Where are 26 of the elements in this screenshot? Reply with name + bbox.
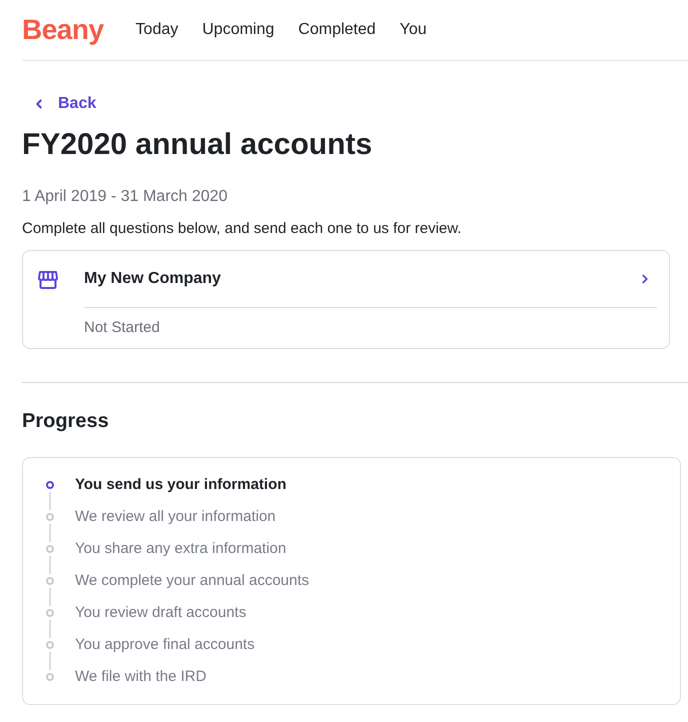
nav-link[interactable]: Completed — [298, 18, 376, 42]
step-label: You share any extra information — [75, 538, 286, 559]
timeline-connector — [49, 652, 51, 670]
company-name: My New Company — [84, 269, 221, 289]
step-label: We file with the IRD — [75, 666, 206, 687]
period-text: 1 April 2019 - 31 March 2020 — [22, 187, 228, 207]
company-status: Not Started — [84, 318, 160, 338]
step-label: We complete your annual accounts — [75, 570, 310, 591]
step-label: You review draft accounts — [75, 602, 246, 623]
timeline-connector — [49, 524, 51, 542]
nav-link[interactable]: Today — [136, 18, 178, 42]
step-label: You send us your information — [75, 474, 286, 495]
timeline-connector — [49, 556, 51, 574]
store-icon — [38, 270, 58, 288]
back-link[interactable]: Back — [32, 94, 96, 114]
nav-link[interactable]: You — [400, 18, 427, 42]
instructions-text: Complete all questions below, and send each one to us for review. — [22, 219, 462, 239]
timeline-connector — [49, 492, 51, 510]
timeline-connector — [49, 620, 51, 638]
timeline-connector — [49, 588, 51, 606]
nav-link[interactable]: Upcoming — [202, 18, 274, 42]
page-title: FY2020 annual accounts — [22, 127, 372, 163]
step-label: You approve final accounts — [75, 634, 255, 655]
company-card[interactable]: My New Company Not Started — [22, 250, 670, 349]
step-label: We review all your information — [75, 506, 276, 527]
section-title: Progress — [22, 409, 109, 434]
